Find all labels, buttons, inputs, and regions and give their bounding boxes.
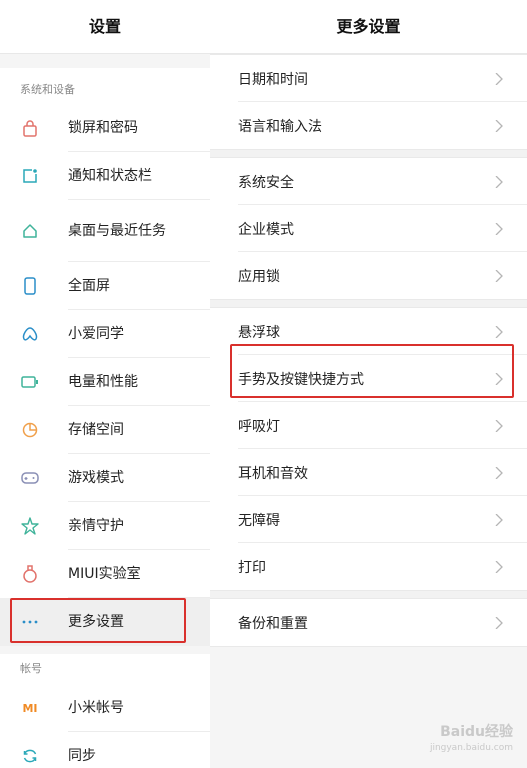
sidebar-item-lab[interactable]: MIUI实验室 <box>0 550 210 598</box>
settings-row-security[interactable]: 系统安全 <box>210 158 527 205</box>
row-label: 打印 <box>238 559 266 576</box>
lab-flask-icon <box>20 564 40 584</box>
group-gap <box>210 591 527 598</box>
spacer <box>0 54 210 68</box>
chevron-right-icon <box>495 222 503 235</box>
chevron-right-icon <box>495 72 503 85</box>
sidebar-title: 设置 <box>0 0 210 54</box>
sidebar-item-label: 小爱同学 <box>68 325 124 342</box>
more-dots-icon <box>20 612 40 632</box>
row-label: 手势及按键快捷方式 <box>238 371 364 388</box>
sidebar-item-family[interactable]: 亲情守护 <box>0 502 210 550</box>
sidebar-item-label: 电量和性能 <box>68 373 138 390</box>
group-gap <box>210 150 527 157</box>
sidebar-item-desktop[interactable]: 桌面与最近任务 <box>0 200 210 262</box>
sidebar-item-notifications[interactable]: 通知和状态栏 <box>0 152 210 200</box>
watermark-brand: Baidu经验 <box>440 724 513 740</box>
sync-icon <box>20 746 40 766</box>
settings-row-app-lock[interactable]: 应用锁 <box>210 252 527 299</box>
chevron-right-icon <box>495 325 503 338</box>
settings-row-accessibility[interactable]: 无障碍 <box>210 496 527 543</box>
watermark-url: jingyan.baidu.com <box>429 743 513 753</box>
sidebar-item-storage[interactable]: 存储空间 <box>0 406 210 454</box>
settings-row-print[interactable]: 打印 <box>210 543 527 590</box>
settings-row-floating-ball[interactable]: 悬浮球 <box>210 308 527 355</box>
section-label-system: 系统和设备 <box>0 68 210 104</box>
group-gap <box>210 300 527 307</box>
gamepad-icon <box>20 468 40 488</box>
chevron-right-icon <box>495 119 503 132</box>
notification-icon <box>20 166 40 186</box>
sidebar-item-sync[interactable]: 同步 <box>0 732 210 768</box>
settings-row-enterprise[interactable]: 企业模式 <box>210 205 527 252</box>
row-label: 耳机和音效 <box>238 465 308 482</box>
sidebar-item-label: 更多设置 <box>68 613 124 630</box>
family-guard-icon <box>20 516 40 536</box>
settings-row-backup-reset[interactable]: 备份和重置 <box>210 599 527 646</box>
phone-icon <box>20 276 40 296</box>
sidebar-item-game[interactable]: 游戏模式 <box>0 454 210 502</box>
settings-group-1: 日期和时间 语言和输入法 <box>210 54 527 150</box>
settings-group-3: 悬浮球 手势及按键快捷方式 呼吸灯 耳机和音效 无障碍 打印 <box>210 307 527 591</box>
chevron-right-icon <box>495 560 503 573</box>
settings-group-2: 系统安全 企业模式 应用锁 <box>210 157 527 300</box>
settings-row-breathing-light[interactable]: 呼吸灯 <box>210 402 527 449</box>
lock-icon <box>20 118 40 138</box>
baidu-watermark: Baidu经验 jingyan.baidu.com <box>430 724 513 756</box>
sidebar-item-mi-account[interactable]: MI 小米帐号 <box>0 684 210 732</box>
sidebar-item-label: 存储空间 <box>68 421 124 438</box>
home-icon <box>20 221 40 241</box>
chevron-right-icon <box>495 372 503 385</box>
row-label: 日期和时间 <box>238 71 308 88</box>
sidebar-item-label: 游戏模式 <box>68 469 124 486</box>
row-label: 应用锁 <box>238 268 280 285</box>
row-label: 无障碍 <box>238 512 280 529</box>
section-label-account: 帐号 <box>0 646 210 684</box>
sidebar-item-label: 同步 <box>68 747 96 764</box>
settings-sidebar: 设置 系统和设备 锁屏和密码 通知和状态栏 桌面与最近任务 全面屏 小爱同学 电… <box>0 0 211 768</box>
sidebar-item-label: 桌面与最近任务 <box>68 222 166 239</box>
panel-title: 更多设置 <box>210 0 527 54</box>
mi-logo-icon: MI <box>22 701 38 715</box>
sidebar-item-label: 通知和状态栏 <box>68 167 152 184</box>
more-settings-panel: 更多设置 日期和时间 语言和输入法 系统安全 企业模式 应用锁 悬浮球 手势及按… <box>210 0 527 768</box>
storage-pie-icon <box>20 420 40 440</box>
settings-row-date-time[interactable]: 日期和时间 <box>210 55 527 102</box>
settings-row-headset-audio[interactable]: 耳机和音效 <box>210 449 527 496</box>
row-label: 呼吸灯 <box>238 418 280 435</box>
chevron-right-icon <box>495 419 503 432</box>
settings-group-4: 备份和重置 <box>210 598 527 647</box>
chevron-right-icon <box>495 269 503 282</box>
sidebar-item-label: 亲情守护 <box>68 517 124 534</box>
chevron-right-icon <box>495 175 503 188</box>
sidebar-item-label: MIUI实验室 <box>68 565 141 582</box>
sidebar-item-label: 小米帐号 <box>68 699 124 716</box>
sidebar-item-battery[interactable]: 电量和性能 <box>0 358 210 406</box>
row-label: 企业模式 <box>238 221 294 238</box>
row-label: 语言和输入法 <box>238 118 322 135</box>
sidebar-item-fullscreen[interactable]: 全面屏 <box>0 262 210 310</box>
sidebar-item-xiaoai[interactable]: 小爱同学 <box>0 310 210 358</box>
chevron-right-icon <box>495 513 503 526</box>
sidebar-item-label: 全面屏 <box>68 277 110 294</box>
battery-icon <box>20 372 40 392</box>
row-label: 悬浮球 <box>238 324 280 341</box>
chevron-right-icon <box>495 466 503 479</box>
xiaoai-icon <box>20 324 40 344</box>
chevron-right-icon <box>495 616 503 629</box>
row-label: 系统安全 <box>238 174 294 191</box>
sidebar-item-lock[interactable]: 锁屏和密码 <box>0 104 210 152</box>
settings-row-gesture-shortcuts[interactable]: 手势及按键快捷方式 <box>210 355 527 402</box>
sidebar-item-more-settings[interactable]: 更多设置 <box>0 598 210 646</box>
row-label: 备份和重置 <box>238 615 308 632</box>
settings-row-language[interactable]: 语言和输入法 <box>210 102 527 149</box>
sidebar-item-label: 锁屏和密码 <box>68 119 138 136</box>
